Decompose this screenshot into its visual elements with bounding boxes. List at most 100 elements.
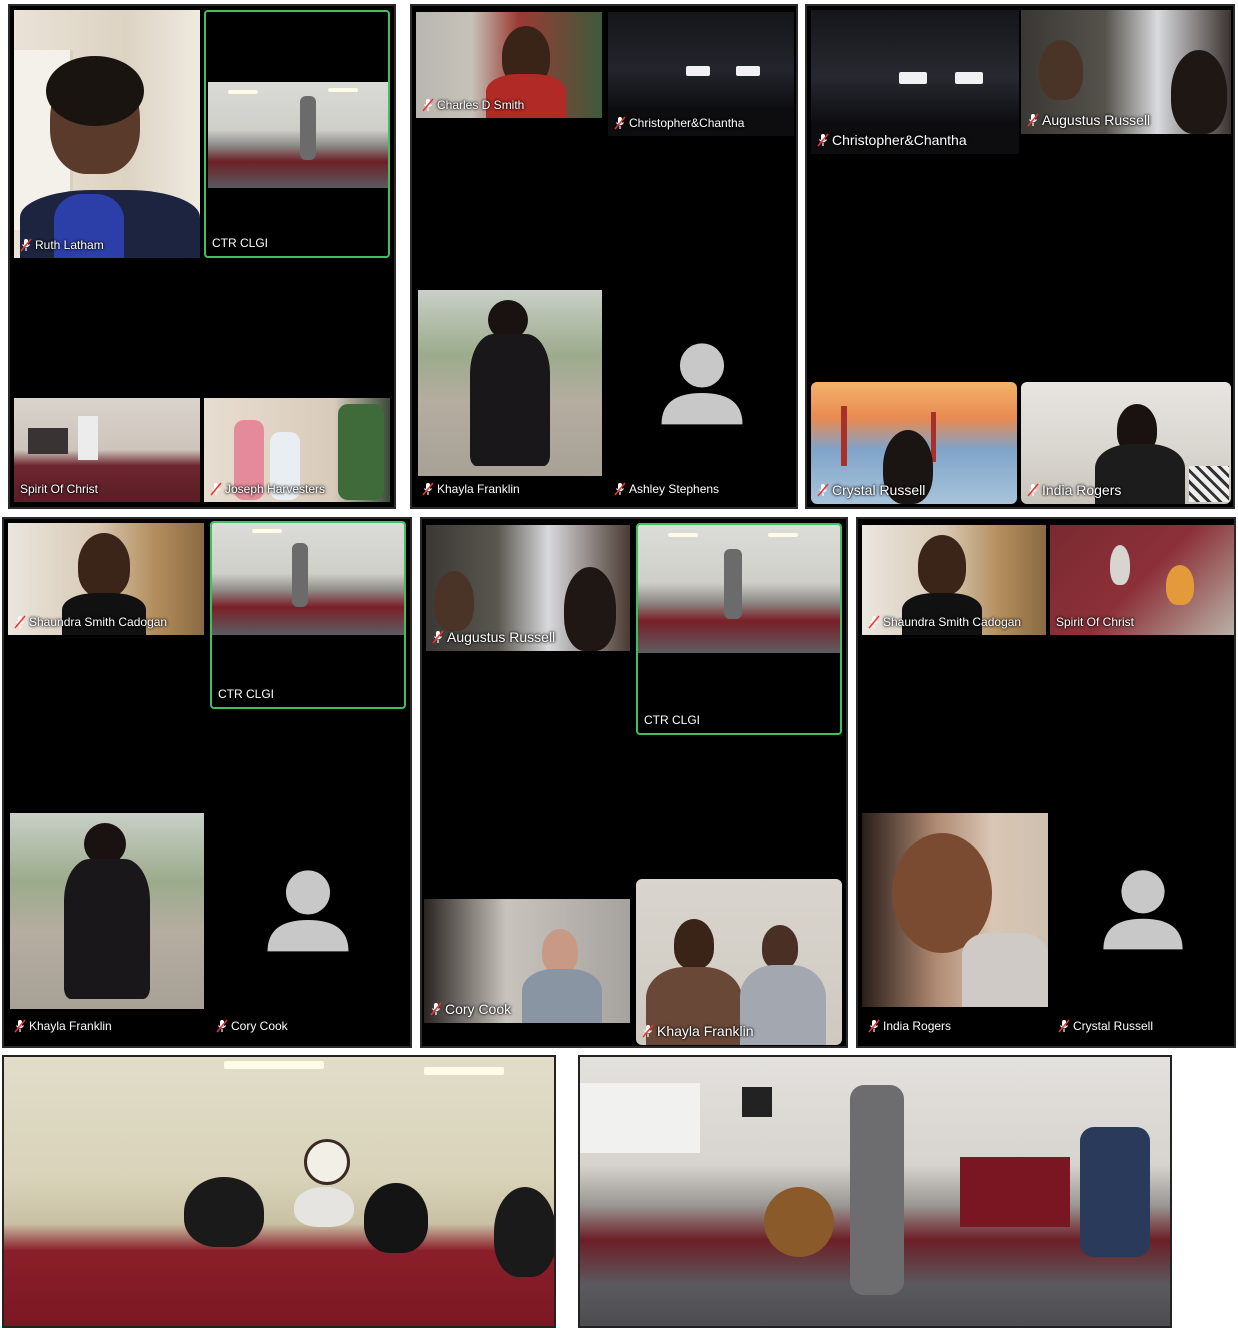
participant-name: Augustus Russell xyxy=(1042,112,1151,128)
church-video xyxy=(208,82,388,188)
mic-muted-icon xyxy=(14,1019,26,1033)
participant-name: Spirit Of Christ xyxy=(20,482,99,496)
mic-muted-icon xyxy=(422,482,434,496)
mic-muted-icon xyxy=(817,483,829,497)
video-tile-joseph-harvesters[interactable]: Joseph Harvesters xyxy=(204,398,390,502)
participant-name: Shaundra Smith Cadogan xyxy=(29,615,168,629)
participant-name: CTR CLGI xyxy=(644,713,701,727)
video-tile-augustus-russell[interactable]: Augustus Russell xyxy=(426,525,630,651)
person-video xyxy=(542,929,578,973)
participant-name: Crystal Russell xyxy=(1073,1019,1154,1033)
mic-muted-icon xyxy=(1027,483,1039,497)
congregation-photo xyxy=(2,1055,556,1328)
video-tile-india-rogers[interactable]: India Rogers xyxy=(1021,382,1231,504)
person-video xyxy=(1110,545,1130,585)
video-tile-christopher-chantha[interactable]: Christopher&Chantha xyxy=(811,10,1019,154)
video-tile-shaundra-smith-cadogan[interactable]: Shaundra Smith Cadogan xyxy=(862,525,1046,635)
person-video xyxy=(564,567,616,651)
person-video xyxy=(918,535,966,595)
meeting-panel-1: Ruth Latham CTR CLGI Spirit Of Christ Jo… xyxy=(8,4,396,509)
participant-name: India Rogers xyxy=(883,1019,952,1033)
meeting-panel-3: Christopher&Chantha Augustus Russell Cry… xyxy=(805,4,1235,509)
person-video xyxy=(1039,40,1083,100)
room-video xyxy=(811,10,1019,122)
mic-muted-icon xyxy=(1058,1019,1070,1033)
mic-muted-icon xyxy=(614,116,626,130)
video-tile-india-rogers[interactable]: India Rogers xyxy=(862,813,1048,1039)
mic-muted-icon xyxy=(614,482,626,496)
meeting-panel-4: Shaundra Smith Cadogan CTR CLGI Khayla F… xyxy=(2,517,412,1048)
video-tile-crystal-russell[interactable]: Crystal Russell xyxy=(811,382,1017,504)
video-tile-crystal-russell[interactable]: Crystal Russell xyxy=(1052,813,1234,1039)
participant-name: Shaundra Smith Cadogan xyxy=(883,615,1022,629)
person-avatar-icon xyxy=(656,332,748,432)
person-video xyxy=(338,404,384,500)
mic-muted-icon xyxy=(210,482,222,496)
room-video xyxy=(608,12,794,108)
meeting-panel-6: Shaundra Smith Cadogan Spirit Of Christ … xyxy=(856,517,1236,1048)
person-video xyxy=(434,571,474,631)
participant-name: Cory Cook xyxy=(231,1019,288,1033)
meeting-panel-5: Augustus Russell CTR CLGI Cory Cook Khay… xyxy=(420,517,848,1048)
video-tile-spirit-of-christ[interactable]: Spirit Of Christ xyxy=(14,398,200,502)
mic-muted-icon xyxy=(868,615,880,629)
participant-name: Khayla Franklin xyxy=(437,482,520,496)
person-video xyxy=(1171,50,1227,134)
person-video xyxy=(1166,565,1194,605)
church-video xyxy=(212,523,404,635)
participant-name: Spirit Of Christ xyxy=(1056,615,1135,629)
participant-name: Khayla Franklin xyxy=(657,1023,754,1039)
video-tile-cory-cook[interactable]: Cory Cook xyxy=(424,899,630,1023)
person-video xyxy=(46,56,144,126)
outdoor-video xyxy=(10,813,204,1009)
video-tile-khayla-franklin[interactable]: Khayla Franklin xyxy=(416,290,602,502)
video-tile-ruth-latham[interactable]: Ruth Latham xyxy=(14,10,200,258)
participant-name: Khayla Franklin xyxy=(29,1019,112,1033)
video-tile-cory-cook[interactable]: Cory Cook xyxy=(210,813,408,1039)
person-video xyxy=(78,533,130,597)
participant-name: India Rogers xyxy=(1042,482,1122,498)
mic-muted-icon xyxy=(868,1019,880,1033)
person-video xyxy=(762,925,798,969)
person-avatar-icon xyxy=(1098,857,1188,959)
video-tile-shaundra-smith-cadogan[interactable]: Shaundra Smith Cadogan xyxy=(8,523,204,635)
chairs-video xyxy=(28,428,68,454)
mic-muted-icon xyxy=(817,133,829,147)
bridge-video xyxy=(841,406,847,466)
meeting-panel-2: Charles D Smith Christopher&Chantha Khay… xyxy=(410,4,798,509)
video-tile-ctr-clgi[interactable]: CTR CLGI xyxy=(636,523,842,735)
participant-name: Christopher&Chantha xyxy=(629,116,745,130)
video-tile-ctr-clgi[interactable]: CTR CLGI xyxy=(204,10,390,258)
mic-muted-icon xyxy=(216,1019,228,1033)
altar-video xyxy=(78,416,98,460)
video-tile-christopher-chantha[interactable]: Christopher&Chantha xyxy=(608,12,794,136)
video-tile-khayla-franklin[interactable]: Khayla Franklin xyxy=(636,879,842,1045)
outdoor-video xyxy=(418,290,602,476)
church-video xyxy=(638,525,840,653)
video-tile-ashley-stephens[interactable]: Ashley Stephens xyxy=(608,290,794,502)
mic-muted-icon xyxy=(14,615,26,629)
mic-muted-icon xyxy=(642,1024,654,1038)
video-tile-augustus-russell[interactable]: Augustus Russell xyxy=(1021,10,1231,134)
participant-name: Joseph Harvesters xyxy=(225,482,326,496)
video-tile-khayla-franklin[interactable]: Khayla Franklin xyxy=(8,813,206,1039)
person-video xyxy=(674,919,714,969)
video-tile-spirit-of-christ[interactable]: Spirit Of Christ xyxy=(1050,525,1234,635)
pillow-video xyxy=(1189,466,1229,502)
portrait-video xyxy=(862,813,1048,1007)
mic-muted-icon xyxy=(430,1002,442,1016)
person-avatar-icon xyxy=(262,857,354,961)
mic-muted-icon xyxy=(20,238,32,252)
pulpit-photo xyxy=(578,1055,1172,1328)
participant-name: Ruth Latham xyxy=(35,238,104,252)
participant-name: Augustus Russell xyxy=(447,629,556,645)
video-tile-charles-d-smith[interactable]: Charles D Smith xyxy=(416,12,602,118)
participant-name: Charles D Smith xyxy=(437,98,525,112)
participant-name: Crystal Russell xyxy=(832,482,926,498)
mic-muted-icon xyxy=(1027,113,1039,127)
mic-muted-icon xyxy=(422,98,434,112)
participant-name: Ashley Stephens xyxy=(629,482,720,496)
participant-name: CTR CLGI xyxy=(212,236,269,250)
video-tile-ctr-clgi[interactable]: CTR CLGI xyxy=(210,521,406,709)
participant-name: Christopher&Chantha xyxy=(832,132,967,148)
